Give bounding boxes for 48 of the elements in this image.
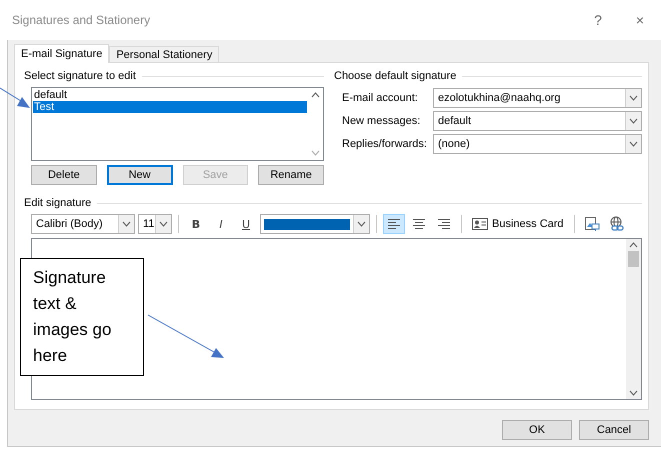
signature-list[interactable]: default Test (31, 87, 324, 161)
italic-button[interactable]: I (210, 214, 232, 234)
field-label: E-mail account: (342, 92, 419, 104)
chevron-down-icon[interactable] (629, 95, 638, 101)
scroll-up-icon[interactable] (311, 92, 320, 98)
button[interactable]: Delete (31, 165, 97, 185)
globe-link-icon (608, 216, 625, 232)
scroll-up-icon[interactable] (629, 242, 638, 248)
help-button[interactable]: ? (577, 12, 619, 28)
business-card-button[interactable]: Business Card (468, 218, 568, 230)
chevron-down-icon[interactable] (357, 221, 366, 227)
contact-card-icon (472, 218, 488, 230)
list-item[interactable]: default (33, 89, 307, 101)
field-label: New messages: (342, 115, 422, 127)
tab[interactable]: E-mail Signature (14, 44, 110, 63)
section-heading: Select signature to edit (24, 70, 136, 82)
picture-icon (584, 216, 600, 232)
dropdown[interactable]: ezolotukhina@naahq.org (432, 88, 642, 108)
align-right-icon (436, 218, 452, 230)
dialog-button[interactable]: Cancel (579, 420, 649, 440)
font-dropdown[interactable]: Calibri (Body) (31, 214, 135, 234)
dialog-button[interactable]: OK (502, 420, 572, 440)
dropdown[interactable]: (none) (432, 134, 642, 154)
align-left-icon (386, 218, 402, 230)
section-heading: Choose default signature (334, 70, 456, 82)
callout-note: Signature text & images go here (20, 258, 144, 376)
scroll-down-icon[interactable] (629, 390, 638, 396)
list-item[interactable]: Test (33, 101, 307, 113)
size-dropdown[interactable]: 11 (138, 214, 172, 234)
dropdown[interactable]: default (432, 111, 642, 131)
bold-button[interactable]: B (185, 214, 207, 234)
section-heading: Edit signature (24, 197, 92, 209)
field-label: Replies/forwards: (342, 138, 427, 150)
chevron-down-icon[interactable] (629, 141, 638, 147)
button[interactable]: New (106, 165, 172, 185)
chevron-down-icon[interactable] (629, 118, 638, 124)
close-button[interactable]: × (619, 12, 661, 28)
align-left-button[interactable] (383, 214, 405, 234)
chevron-down-icon[interactable] (122, 221, 131, 227)
underline-button[interactable]: U (235, 214, 257, 234)
window-title: Signatures and Stationery (12, 13, 152, 27)
font-color-dropdown[interactable] (260, 214, 370, 234)
tab[interactable]: Personal Stationery (109, 46, 220, 62)
align-center-icon (411, 218, 427, 230)
button[interactable]: Rename (258, 165, 324, 185)
annotation-arrow (0, 88, 30, 108)
chevron-down-icon[interactable] (159, 221, 168, 227)
scroll-thumb[interactable] (628, 251, 639, 267)
